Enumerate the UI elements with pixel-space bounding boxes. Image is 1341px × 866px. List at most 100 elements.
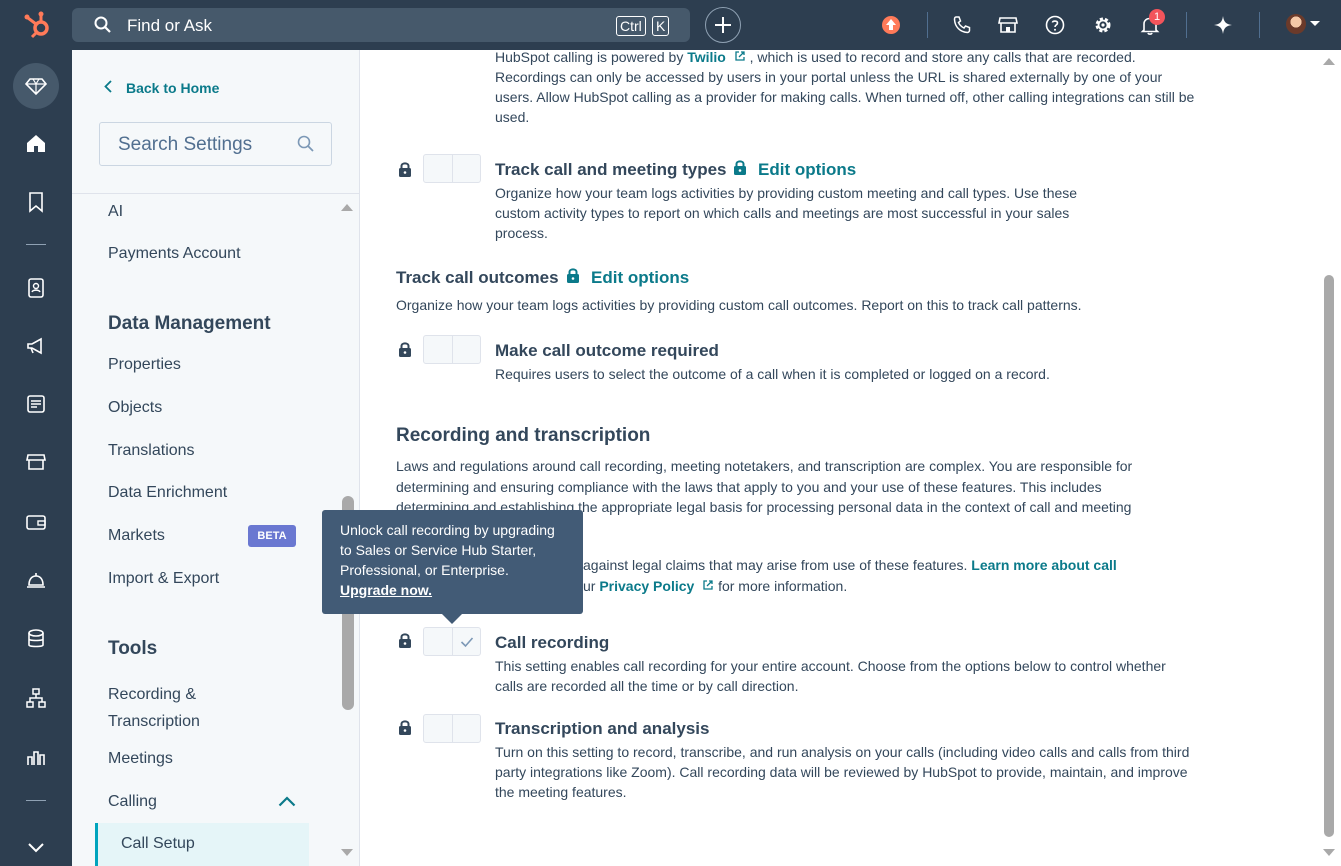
help-icon[interactable]: [1043, 13, 1067, 37]
tooltip-arrow: [441, 613, 463, 624]
search-settings-input[interactable]: Search Settings: [99, 122, 332, 166]
call-recording-toggle[interactable]: [423, 627, 481, 656]
track-types-toggle[interactable]: [423, 154, 481, 183]
global-search-bar[interactable]: Find or Ask Ctrl K: [72, 8, 690, 42]
marketplace-icon[interactable]: [996, 13, 1020, 37]
sidebar-item-meetings[interactable]: Meetings: [108, 750, 173, 768]
search-icon: [94, 16, 111, 33]
sidebar-item-import-export[interactable]: Import & Export: [108, 570, 219, 588]
search-settings-placeholder: Search Settings: [118, 134, 253, 155]
rail-item-workspaces[interactable]: [13, 63, 59, 109]
bookmark-icon[interactable]: [24, 190, 48, 214]
call-outcomes-title: Track call outcomes: [396, 268, 559, 287]
sidebar-item-translations[interactable]: Translations: [108, 442, 195, 460]
sidebar-item-recording-transcription[interactable]: Recording & Transcription: [108, 681, 238, 735]
automation-hierarchy-icon[interactable]: [24, 686, 48, 710]
recording-desc-line-1: Laws and regulations around call recordi…: [396, 458, 1133, 474]
transcription-analysis-description: Turn on this setting to record, transcri…: [495, 744, 1190, 800]
phone-icon[interactable]: [950, 13, 974, 37]
call-outcomes-edit-options-link[interactable]: Edit options: [591, 268, 689, 288]
expand-rail-chevron-icon[interactable]: [24, 835, 48, 859]
ai-sparkle-icon[interactable]: [1211, 13, 1235, 37]
search-placeholder: Find or Ask: [127, 16, 213, 35]
main-scrollbar-thumb[interactable]: [1324, 275, 1334, 837]
track-types-title: Track call and meeting types: [495, 160, 727, 179]
back-to-home-label: Back to Home: [126, 80, 220, 96]
recording-transcription-heading: Recording and transcription: [396, 425, 651, 446]
account-menu-chevron-icon[interactable]: [1309, 20, 1321, 28]
upgrade-tooltip: Unlock call recording by upgrading to Sa…: [322, 510, 583, 614]
recording-desc-5-text-b: for more information.: [714, 578, 848, 594]
marketing-megaphone-icon[interactable]: [24, 334, 48, 358]
recording-desc-line-2: determining and ensuring compliance with…: [396, 479, 1102, 495]
home-icon[interactable]: [24, 132, 48, 156]
contacts-icon[interactable]: [24, 276, 48, 300]
create-new-button[interactable]: [705, 7, 741, 43]
data-database-icon[interactable]: [24, 627, 48, 651]
settings-gear-icon[interactable]: [1091, 13, 1115, 37]
toolbar-divider: [1259, 12, 1260, 38]
data-management-heading: Data Management: [108, 313, 271, 334]
recording-desc-5-text-a: ur: [583, 578, 600, 594]
scroll-down-arrow-icon[interactable]: [1322, 848, 1336, 858]
sidebar-item-data-enrichment[interactable]: Data Enrichment: [108, 484, 227, 502]
recording-desc-line-4: against legal claims that may arise from…: [583, 555, 1163, 575]
intro-continued: Recordings can only be accessed by users…: [495, 69, 1195, 125]
call-recording-title: Call recording: [495, 633, 610, 652]
transcription-analysis-title: Transcription and analysis: [495, 719, 710, 738]
chevron-up-icon[interactable]: [278, 796, 296, 807]
settings-sidebar: Back to Home Search Settings AI Payments…: [72, 50, 360, 866]
sidebar-item-payments-account[interactable]: Payments Account: [108, 245, 241, 263]
reporting-bar-chart-icon[interactable]: [24, 745, 48, 769]
sidebar-item-ai[interactable]: AI: [108, 203, 123, 221]
lock-icon: [567, 268, 579, 283]
call-outcome-required-toggle[interactable]: [423, 335, 481, 364]
upgrade-tooltip-text: Unlock call recording by upgrading to Sa…: [340, 522, 555, 578]
back-to-home-link[interactable]: Back to Home: [104, 80, 219, 96]
service-bell-icon[interactable]: [24, 568, 48, 592]
intro-text-a: HubSpot calling is powered by: [495, 49, 688, 65]
sidebar-item-calling[interactable]: Calling: [108, 793, 157, 811]
sidebar-item-properties[interactable]: Properties: [108, 356, 181, 374]
primary-navigation-rail: [0, 50, 72, 866]
scroll-up-arrow-icon[interactable]: [1322, 56, 1336, 66]
hubspot-calling-description: HubSpot calling is powered by Twilio , w…: [495, 47, 1195, 67]
k-key-hint: K: [652, 16, 670, 36]
recording-desc-line-5: ur Privacy Policy for more information.: [583, 576, 1043, 596]
track-types-edit-options-link[interactable]: Edit options: [758, 160, 856, 180]
recording-desc-4-text: against legal claims that may arise from…: [583, 557, 972, 573]
chevron-left-icon: [104, 80, 112, 93]
rail-divider: [26, 800, 46, 801]
plus-icon: [714, 16, 731, 33]
sidebar-item-markets[interactable]: Markets: [108, 527, 165, 545]
beta-badge: BETA: [248, 525, 296, 547]
wallet-icon[interactable]: [24, 510, 48, 534]
call-recording-description: This setting enables call recording for …: [495, 658, 1166, 694]
search-icon: [297, 135, 314, 152]
lock-icon: [399, 633, 411, 648]
external-link-icon: [703, 580, 713, 590]
twilio-link[interactable]: Twilio: [687, 49, 726, 65]
upgrade-icon[interactable]: [879, 13, 903, 37]
track-types-description: Organize how your team logs activities b…: [495, 185, 1078, 241]
upgrade-now-link[interactable]: Upgrade now.: [340, 582, 432, 598]
toolbar-divider: [927, 12, 928, 38]
transcription-analysis-toggle[interactable]: [423, 714, 481, 743]
learn-more-about-call-link[interactable]: Learn more about call: [971, 557, 1116, 573]
scroll-down-arrow-icon[interactable]: [340, 848, 354, 858]
scroll-up-arrow-icon[interactable]: [340, 202, 354, 212]
lock-icon: [399, 162, 411, 177]
sidebar-divider: [72, 193, 359, 194]
content-icon[interactable]: [24, 392, 48, 416]
rail-divider: [26, 244, 46, 245]
sidebar-item-call-setup[interactable]: Call Setup: [95, 823, 309, 866]
ctrl-key-hint: Ctrl: [616, 16, 646, 36]
call-outcomes-description: Organize how your team logs activities b…: [396, 297, 1082, 313]
sidebar-item-objects[interactable]: Objects: [108, 399, 162, 417]
lock-icon: [399, 720, 411, 735]
call-setup-label: Call Setup: [121, 835, 195, 852]
commerce-icon[interactable]: [24, 450, 48, 474]
privacy-policy-link[interactable]: Privacy Policy: [599, 578, 694, 594]
hubspot-logo-icon[interactable]: [22, 10, 54, 40]
user-avatar[interactable]: [1286, 14, 1306, 34]
